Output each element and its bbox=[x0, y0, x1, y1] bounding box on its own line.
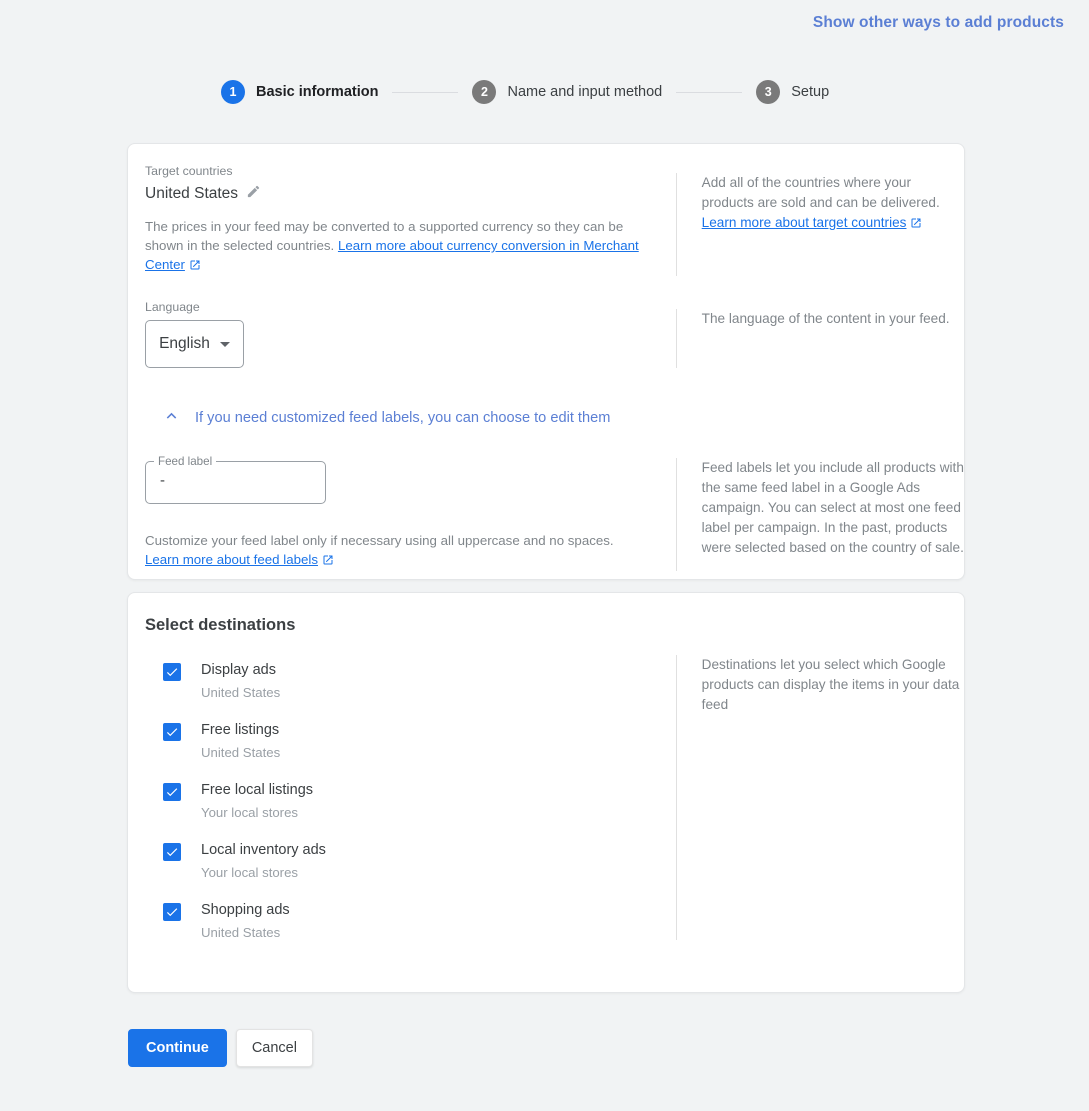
feed-label-help: Feed labels let you include all products… bbox=[675, 458, 964, 571]
target-countries-help-text: Add all of the countries where your prod… bbox=[701, 175, 940, 210]
checkbox-display-ads[interactable] bbox=[163, 663, 181, 681]
feed-labels-learn-more-link[interactable]: Learn more about feed labels bbox=[145, 552, 318, 567]
chevron-up-icon bbox=[162, 406, 181, 429]
step-connector-1 bbox=[392, 91, 459, 93]
feed-label-help-text: Feed labels let you include all products… bbox=[701, 460, 964, 555]
target-countries-row: Target countries United States The price… bbox=[128, 144, 964, 276]
target-countries-form: Target countries United States The price… bbox=[128, 164, 659, 276]
feed-label-form: Feed label Customize your feed label onl… bbox=[128, 452, 659, 571]
language-row: Language English The language of the con… bbox=[128, 276, 964, 368]
destinations-list: Display ads United States Free listings bbox=[145, 662, 659, 940]
basic-information-card: Target countries United States The price… bbox=[127, 143, 965, 580]
destination-name: Local inventory ads bbox=[201, 842, 326, 858]
destinations-card: Select destinations Display ads United S… bbox=[127, 592, 965, 993]
language-help-text: The language of the content in your feed… bbox=[701, 311, 950, 326]
destination-name: Free local listings bbox=[201, 782, 314, 798]
feed-label-field[interactable]: Feed label bbox=[145, 456, 326, 504]
target-countries-label: Target countries bbox=[145, 164, 233, 178]
destination-sub: Your local stores bbox=[201, 865, 299, 880]
checkbox-free-listings[interactable] bbox=[163, 723, 181, 741]
target-countries-description: The prices in your feed may be converted… bbox=[145, 217, 643, 276]
destination-name: Shopping ads bbox=[201, 902, 290, 918]
destination-texts: Shopping ads United States bbox=[201, 902, 290, 940]
feed-labels-expander[interactable]: If you need customized feed labels, you … bbox=[162, 406, 964, 429]
checkbox-free-local-listings[interactable] bbox=[163, 783, 181, 801]
destination-sub: Your local stores bbox=[201, 805, 299, 820]
destination-texts: Local inventory ads Your local stores bbox=[201, 842, 326, 880]
external-link-icon bbox=[189, 257, 201, 276]
destination-sub: United States bbox=[201, 925, 281, 940]
destination-item-free-local-listings[interactable]: Free local listings Your local stores bbox=[163, 782, 659, 820]
external-link-icon bbox=[910, 216, 922, 234]
destination-item-free-listings[interactable]: Free listings United States bbox=[163, 722, 659, 760]
stepper: 1 Basic information 2 Name and input met… bbox=[221, 80, 829, 104]
step-3-circle: 3 bbox=[756, 80, 781, 104]
destination-item-shopping-ads[interactable]: Shopping ads United States bbox=[163, 902, 659, 940]
language-label: Language bbox=[145, 300, 200, 314]
target-countries-help-link-row: Learn more about target countries bbox=[702, 214, 964, 234]
destination-name: Display ads bbox=[201, 662, 276, 678]
feed-labels-expander-label: If you need customized feed labels, you … bbox=[195, 409, 611, 426]
feed-labels-expander-row: If you need customized feed labels, you … bbox=[128, 368, 964, 429]
top-link-row: Show other ways to add products bbox=[813, 14, 1064, 32]
step-2-circle: 2 bbox=[472, 80, 497, 104]
step-connector-2 bbox=[676, 91, 743, 93]
destination-texts: Free local listings Your local stores bbox=[201, 782, 313, 820]
step-3[interactable]: 3 Setup bbox=[756, 80, 829, 104]
cancel-button[interactable]: Cancel bbox=[235, 1029, 313, 1067]
destination-name: Free listings bbox=[201, 722, 280, 738]
destinations-title: Select destinations bbox=[145, 616, 296, 634]
destination-texts: Free listings United States bbox=[201, 722, 280, 760]
language-select-value: English bbox=[159, 335, 210, 352]
continue-button[interactable]: Continue bbox=[128, 1029, 227, 1067]
language-select[interactable]: English bbox=[145, 320, 244, 368]
language-form: Language English bbox=[128, 300, 659, 368]
step-3-label: Setup bbox=[791, 84, 830, 100]
step-2[interactable]: 2 Name and input method bbox=[472, 80, 662, 104]
chevron-down-icon bbox=[219, 341, 230, 347]
page-root: Show other ways to add products 1 Basic … bbox=[0, 0, 1089, 1111]
checkbox-shopping-ads[interactable] bbox=[163, 903, 181, 921]
destination-item-local-inventory-ads[interactable]: Local inventory ads Your local stores bbox=[163, 842, 659, 880]
feed-label-description: Customize your feed label only if necess… bbox=[145, 531, 628, 571]
checkbox-local-inventory-ads[interactable] bbox=[163, 843, 181, 861]
destinations-help: Destinations let you select which Google… bbox=[675, 655, 964, 940]
destination-sub: United States bbox=[201, 745, 281, 760]
destination-sub: United States bbox=[201, 685, 281, 700]
target-countries-learn-more-link[interactable]: Learn more about target countries bbox=[702, 215, 907, 230]
step-1-label: Basic information bbox=[256, 84, 379, 100]
destinations-form: Select destinations Display ads United S… bbox=[128, 616, 659, 940]
step-2-label: Name and input method bbox=[507, 84, 663, 100]
target-countries-help: Add all of the countries where your prod… bbox=[675, 173, 964, 276]
step-1-circle: 1 bbox=[221, 80, 245, 104]
language-help: The language of the content in your feed… bbox=[675, 309, 964, 368]
pencil-icon[interactable] bbox=[246, 184, 261, 204]
feed-label-input[interactable] bbox=[145, 456, 326, 504]
destination-item-display-ads[interactable]: Display ads United States bbox=[163, 662, 659, 700]
external-link-icon bbox=[322, 552, 334, 571]
destination-texts: Display ads United States bbox=[201, 662, 280, 700]
footer-actions: Continue Cancel bbox=[128, 1029, 313, 1067]
step-1[interactable]: 1 Basic information bbox=[221, 80, 378, 104]
target-countries-value: United States bbox=[145, 185, 239, 202]
destinations-help-text: Destinations let you select which Google… bbox=[701, 657, 960, 712]
target-countries-value-row: United States bbox=[145, 184, 659, 204]
feed-label-row: Feed label Customize your feed label onl… bbox=[128, 429, 964, 571]
feed-label-description-text: Customize your feed label only if necess… bbox=[145, 533, 614, 548]
show-other-ways-link[interactable]: Show other ways to add products bbox=[813, 14, 1064, 31]
destinations-row: Select destinations Display ads United S… bbox=[128, 593, 964, 940]
